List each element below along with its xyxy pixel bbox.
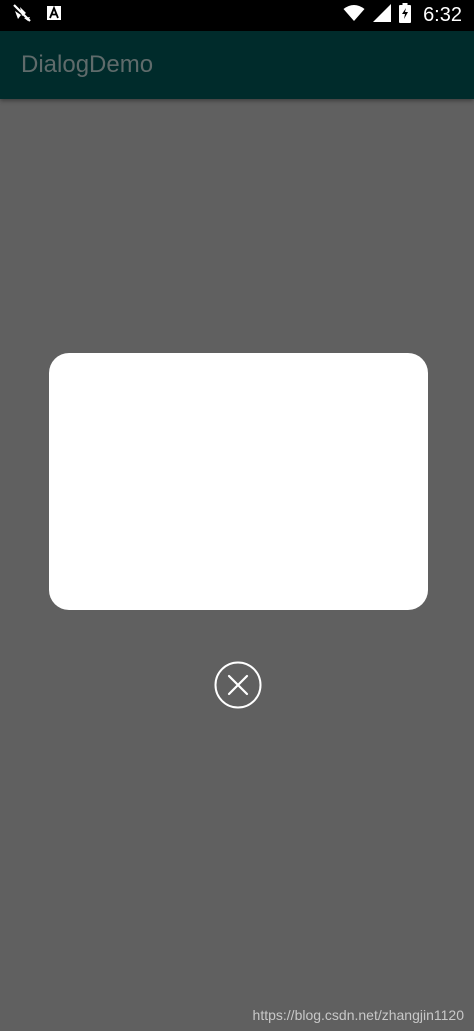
status-bar-left bbox=[12, 3, 62, 28]
dialog-close-button[interactable] bbox=[214, 661, 262, 709]
dialog-content-card bbox=[49, 353, 428, 610]
notification-app-icon bbox=[12, 3, 32, 28]
app-toolbar: DialogDemo bbox=[0, 31, 474, 99]
status-bar-right: 6:32 bbox=[343, 3, 462, 28]
status-bar: 6:32 bbox=[0, 0, 474, 31]
signal-icon bbox=[373, 4, 392, 27]
status-time: 6:32 bbox=[423, 4, 462, 26]
close-circle-icon bbox=[214, 661, 262, 709]
font-app-icon bbox=[46, 5, 62, 26]
battery-charging-icon bbox=[399, 3, 412, 28]
wifi-icon bbox=[343, 4, 365, 27]
toolbar-title: DialogDemo bbox=[21, 51, 154, 78]
watermark-text: https://blog.csdn.net/zhangjin1120 bbox=[252, 1007, 464, 1023]
